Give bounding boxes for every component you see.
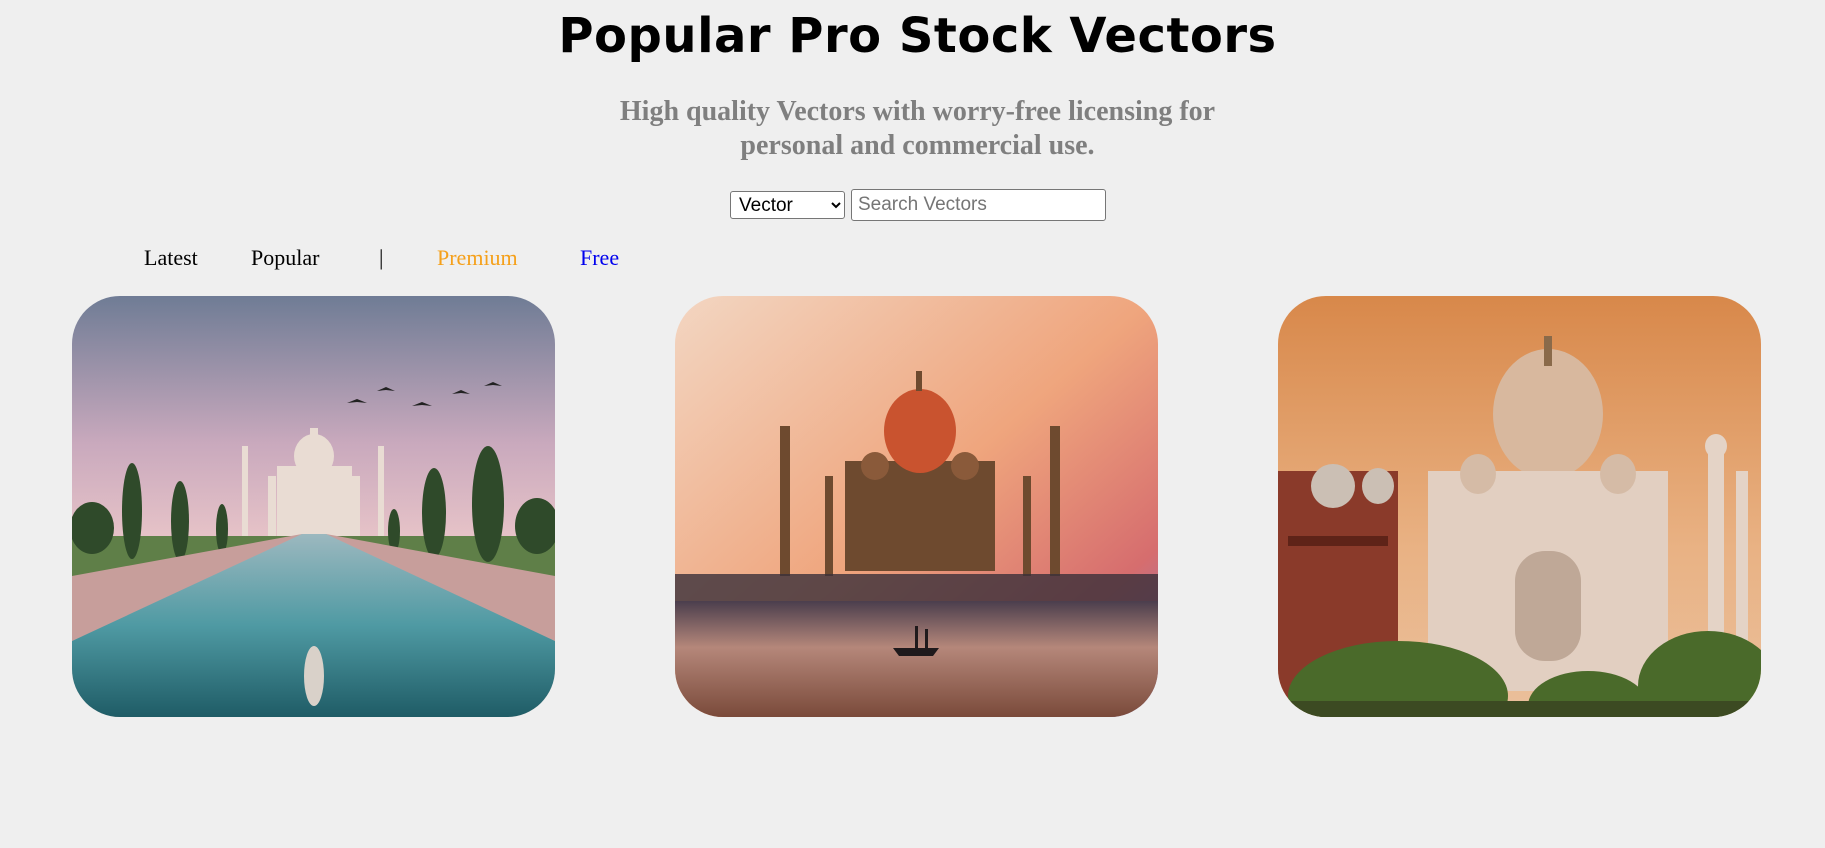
nav-separator: | [379, 245, 384, 270]
search-bar: Vector [730, 189, 1106, 221]
asset-type-select[interactable]: Vector [730, 191, 845, 219]
page-subtitle: High quality Vectors with worry-free lic… [0, 95, 1825, 163]
gallery-image-3[interactable] [1278, 296, 1761, 717]
nav-premium-link[interactable]: Premium [437, 244, 518, 272]
page: Popular Pro Stock Vectors High quality V… [0, 0, 1825, 848]
taj-reflecting-pool-image [72, 296, 555, 717]
nav-latest-link[interactable]: Latest [144, 244, 198, 272]
gallery-image-2[interactable] [675, 296, 1158, 717]
page-title: Popular Pro Stock Vectors [558, 8, 1277, 64]
subtitle-line-2: personal and commercial use. [740, 130, 1095, 161]
taj-sunset-image [1278, 296, 1761, 717]
gallery-image-1[interactable] [72, 296, 555, 717]
subtitle-line-1: High quality Vectors with worry-free lic… [619, 96, 1216, 127]
nav-free-link[interactable]: Free [580, 244, 619, 272]
nav-popular-link[interactable]: Popular [251, 244, 319, 272]
taj-painting-image [675, 296, 1158, 717]
search-input[interactable] [851, 189, 1106, 221]
